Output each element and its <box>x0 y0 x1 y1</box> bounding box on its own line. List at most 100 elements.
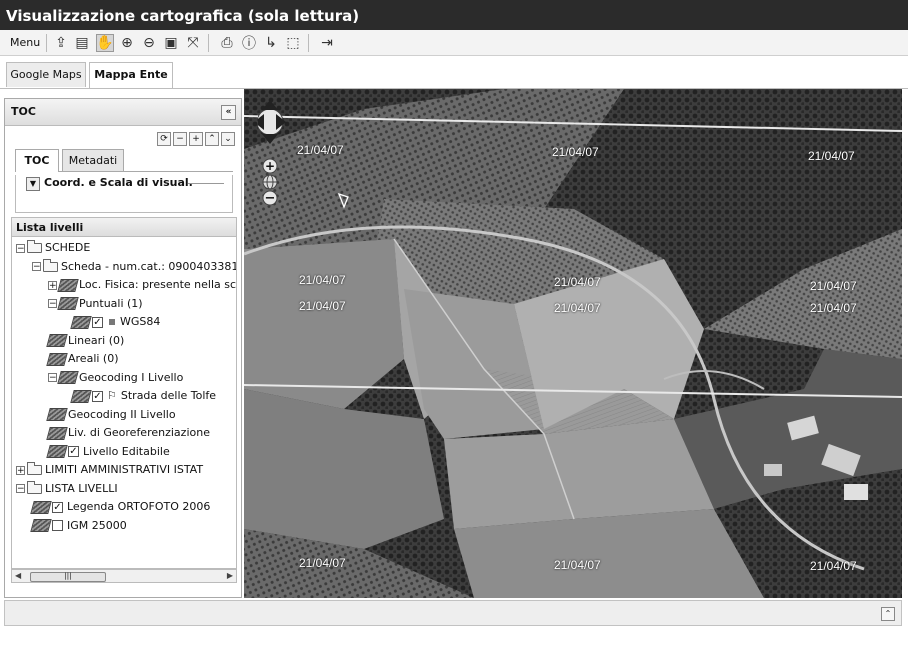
horizontal-scrollbar[interactable]: ◀ ||| ▶ <box>11 569 237 583</box>
tree-layer[interactable]: ✓ Legenda ORTOFOTO 2006 <box>30 498 210 516</box>
scroll-left-icon[interactable]: ◀ <box>15 571 21 580</box>
tree-layer[interactable]: IGM 25000 <box>30 517 127 535</box>
pan-hand-icon[interactable]: ✋ <box>96 34 114 52</box>
layer-icon <box>57 371 79 384</box>
tree-node-label: IGM 25000 <box>67 518 127 532</box>
tree-layer[interactable]: + Loc. Fisica: presente nella scheda <box>48 276 236 294</box>
collapse-node-icon[interactable]: − <box>48 373 57 383</box>
toc-title: TOC <box>11 105 36 118</box>
upload-icon[interactable]: ⇪ <box>52 34 70 52</box>
tree-layer[interactable]: Lineari (0) <box>46 332 124 350</box>
measure-icon[interactable]: ↳ <box>262 34 280 52</box>
menu-button[interactable]: Menu <box>10 36 40 49</box>
refresh-icon[interactable]: ⟳ <box>157 132 171 146</box>
toolbar-separator <box>46 34 47 52</box>
tree-folder[interactable]: + LIMITI AMMINISTRATIVI ISTAT <box>16 461 203 479</box>
collapse-node-icon[interactable]: − <box>16 243 25 253</box>
tree-node-label: Geocoding II Livello <box>68 407 176 421</box>
tile-date-label: 21/04/07 <box>297 143 344 157</box>
exit-icon[interactable]: ⇥ <box>318 34 336 52</box>
toolbar-separator <box>208 34 209 52</box>
scroll-thumb[interactable]: ||| <box>30 572 106 582</box>
expand-all-icon[interactable]: ⌃ <box>205 132 219 146</box>
add-icon[interactable]: + <box>189 132 203 146</box>
layer-checkbox[interactable]: ✓ <box>52 501 63 513</box>
layer-checkbox[interactable]: ✓ <box>92 390 103 402</box>
tree-node-label: LISTA LIVELLI <box>45 481 118 495</box>
pan-control[interactable] <box>258 100 286 144</box>
tile-date-label: 21/04/07 <box>299 299 346 313</box>
tab-metadati[interactable]: Metadati <box>62 149 124 171</box>
collapse-all-icon[interactable]: ⌄ <box>221 132 235 146</box>
layer-checkbox[interactable]: ✓ <box>92 316 103 328</box>
layer-icon <box>46 334 68 347</box>
layer-icon <box>46 445 68 458</box>
chevron-down-icon[interactable]: ▼ <box>26 177 40 191</box>
tree-layer[interactable]: Geocoding II Livello <box>46 406 176 424</box>
layer-icon <box>30 519 52 532</box>
tile-date-label: 21/04/07 <box>810 301 857 315</box>
tree-layer[interactable]: − Geocoding I Livello <box>48 369 183 387</box>
tile-date-label: 21/04/07 <box>810 279 857 293</box>
layer-checkbox[interactable] <box>52 520 63 531</box>
expand-node-icon[interactable]: + <box>48 280 57 290</box>
window-title: Visualizzazione cartografica (sola lettu… <box>0 0 908 30</box>
zoom-out-icon[interactable]: ⊖ <box>140 34 158 52</box>
collapse-node-icon[interactable]: − <box>16 484 25 494</box>
tab-mappa-ente[interactable]: Mappa Ente <box>89 62 173 88</box>
point-symbol-icon <box>109 319 115 325</box>
tree-folder[interactable]: − LISTA LIVELLI <box>16 480 118 498</box>
coord-scale-label[interactable]: Coord. e Scala di visual. <box>44 176 193 189</box>
aerial-imagery <box>244 89 902 598</box>
collapse-node-icon[interactable]: − <box>32 262 41 272</box>
tree-layer[interactable]: − Puntuali (1) <box>48 295 143 313</box>
zoom-in-icon[interactable]: ⊕ <box>118 34 136 52</box>
tab-toc[interactable]: TOC <box>15 149 59 172</box>
tree-folder[interactable]: − SCHEDE <box>16 239 90 257</box>
folder-icon[interactable]: ▤ <box>73 34 91 52</box>
toolbar-separator <box>308 34 309 52</box>
collapse-node-icon[interactable]: − <box>48 299 57 309</box>
layer-checkbox[interactable]: ✓ <box>68 446 79 457</box>
layer-icon <box>30 500 52 514</box>
full-extent-icon[interactable]: ▣ <box>162 34 180 52</box>
remove-icon[interactable]: − <box>173 132 187 146</box>
svg-text:−: − <box>265 191 276 206</box>
toc-subtabs: TOC Metadati <box>15 149 233 172</box>
expand-panel-icon[interactable]: ⌃ <box>881 607 895 621</box>
tree-layer[interactable]: ✓ ⚐ Strada delle Tolfe <box>70 387 216 405</box>
tree-layer[interactable]: Areali (0) <box>46 350 119 368</box>
map-view[interactable]: 21/04/07 21/04/07 21/04/07 21/04/07 21/0… <box>244 89 902 598</box>
status-bar: ⌃ <box>4 600 902 626</box>
tree-folder[interactable]: − Scheda - num.cat.: 0900403381 <box>32 258 236 276</box>
expand-node-icon[interactable]: + <box>16 465 25 475</box>
tile-date-label: 21/04/07 <box>808 149 855 163</box>
map-navigation-control: + − <box>258 100 286 206</box>
layer-icon <box>57 297 79 310</box>
toolbar: Menu ⇪ ▤ ✋ ⊕ ⊖ ▣ ⤧ ⎙ ⓘ ↳ ⬚ ⇥ <box>0 30 908 56</box>
tile-date-label: 21/04/07 <box>552 145 599 159</box>
layer-icon <box>70 389 92 403</box>
tree-node-label: Liv. di Georeferenziazione <box>68 426 210 439</box>
select-icon[interactable]: ⬚ <box>284 34 302 52</box>
folder-icon <box>27 462 42 475</box>
tile-date-label: 21/04/07 <box>554 275 601 289</box>
zoom-box-icon[interactable]: ⤧ <box>184 34 202 52</box>
tree-layer[interactable]: ✓ WGS84 <box>70 313 160 331</box>
info-icon[interactable]: ⓘ <box>240 34 258 52</box>
tab-google-maps[interactable]: Google Maps <box>6 62 86 87</box>
pan-down-icon[interactable] <box>262 134 278 144</box>
layer-icon <box>46 426 68 440</box>
toc-header: TOC « <box>5 99 241 126</box>
tree-layer[interactable]: ✓ Livello Editabile <box>46 443 170 461</box>
folder-icon <box>43 258 58 272</box>
folder-icon <box>27 240 42 253</box>
pan-up-icon[interactable] <box>262 100 278 110</box>
collapse-panel-icon[interactable]: « <box>221 105 236 120</box>
layer-icon <box>46 408 68 421</box>
main-tabstrip: Google Maps Mappa Ente <box>0 56 908 89</box>
scroll-right-icon[interactable]: ▶ <box>227 571 233 580</box>
tree-layer[interactable]: Liv. di Georeferenziazione <box>46 424 210 442</box>
print-icon[interactable]: ⎙ <box>218 34 236 52</box>
layer-icon <box>57 278 79 292</box>
